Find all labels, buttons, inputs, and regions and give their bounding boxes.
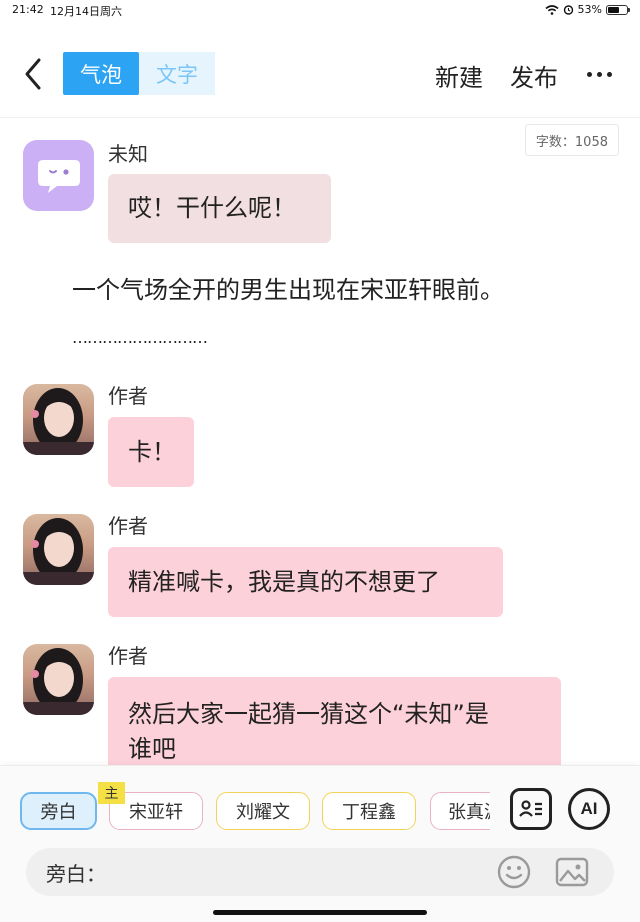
- status-right: 53%: [545, 3, 630, 16]
- input-speaker-prefix: 旁白：: [46, 862, 106, 886]
- alarm-icon: [563, 5, 573, 15]
- new-button[interactable]: 新建: [435, 58, 483, 93]
- author-portrait-icon: [23, 388, 94, 455]
- avatar-author[interactable]: [23, 514, 94, 585]
- ai-icon[interactable]: AI: [568, 788, 610, 830]
- message-bubble[interactable]: 卡！: [108, 417, 194, 487]
- tab-bubble[interactable]: 气泡: [63, 52, 139, 95]
- mode-segmented-control: 气泡 文字: [63, 52, 215, 95]
- chat-bubble-face-icon: [37, 159, 80, 193]
- avatar-unknown[interactable]: [23, 140, 94, 211]
- tab-text[interactable]: 文字: [139, 52, 215, 95]
- message-line: 谁吧: [128, 735, 176, 763]
- status-bar: 21:42 12月14日周六 53%: [0, 0, 640, 20]
- character-chip-narrator[interactable]: 旁白: [20, 792, 97, 830]
- message-bubble[interactable]: 精准喊卡，我是真的不想更了: [108, 547, 503, 617]
- battery-icon: [606, 4, 630, 15]
- character-chip-ding-chengxin[interactable]: 丁程鑫: [322, 792, 416, 830]
- avatar-author[interactable]: [23, 644, 94, 715]
- message-line: 然后大家一起猜一猜这个“未知”是: [128, 700, 489, 728]
- message-input[interactable]: 旁白：: [26, 848, 614, 896]
- author-portrait-icon: [23, 518, 94, 585]
- chip-clip: 张真源: [430, 792, 490, 830]
- word-count: 字数：1058: [524, 124, 619, 156]
- character-card-icon: [519, 800, 542, 817]
- header-divider: [0, 117, 640, 118]
- author-portrait-icon: [23, 648, 94, 715]
- emoji-icon[interactable]: [496, 854, 532, 890]
- image-icon[interactable]: [554, 854, 590, 890]
- narration-ellipsis[interactable]: ………………………: [72, 328, 208, 347]
- main-character-badge: 主: [98, 782, 125, 804]
- back-arrow-icon: [25, 58, 41, 90]
- message-bubble[interactable]: 哎！干什么呢！: [108, 174, 331, 243]
- more-icon[interactable]: [587, 72, 612, 77]
- publish-button[interactable]: 发布: [510, 58, 558, 93]
- wifi-icon: [545, 4, 559, 15]
- back-button[interactable]: [18, 54, 48, 94]
- character-card-button[interactable]: [510, 788, 552, 830]
- speaker-name: 未知: [108, 142, 148, 166]
- speaker-name: 作者: [108, 384, 148, 408]
- character-chip-zhang-zhenyuan[interactable]: 张真源: [430, 792, 490, 830]
- battery-percent: 53%: [577, 3, 602, 16]
- status-time: 21:42: [12, 3, 44, 16]
- character-chip-liu-yaowen[interactable]: 刘耀文: [216, 792, 310, 830]
- avatar-author[interactable]: [23, 384, 94, 455]
- speaker-name: 作者: [108, 514, 148, 538]
- narration-text[interactable]: 一个气场全开的男生出现在宋亚轩眼前。: [72, 270, 504, 305]
- home-indicator: [213, 910, 427, 915]
- status-date: 12月14日周六: [50, 5, 122, 18]
- character-input-panel: 旁白 宋亚轩 主 刘耀文 丁程鑫 张真源 AI 旁白：: [0, 765, 640, 922]
- speaker-name: 作者: [108, 644, 148, 668]
- editor-header: 气泡 文字 新建 发布: [0, 40, 640, 108]
